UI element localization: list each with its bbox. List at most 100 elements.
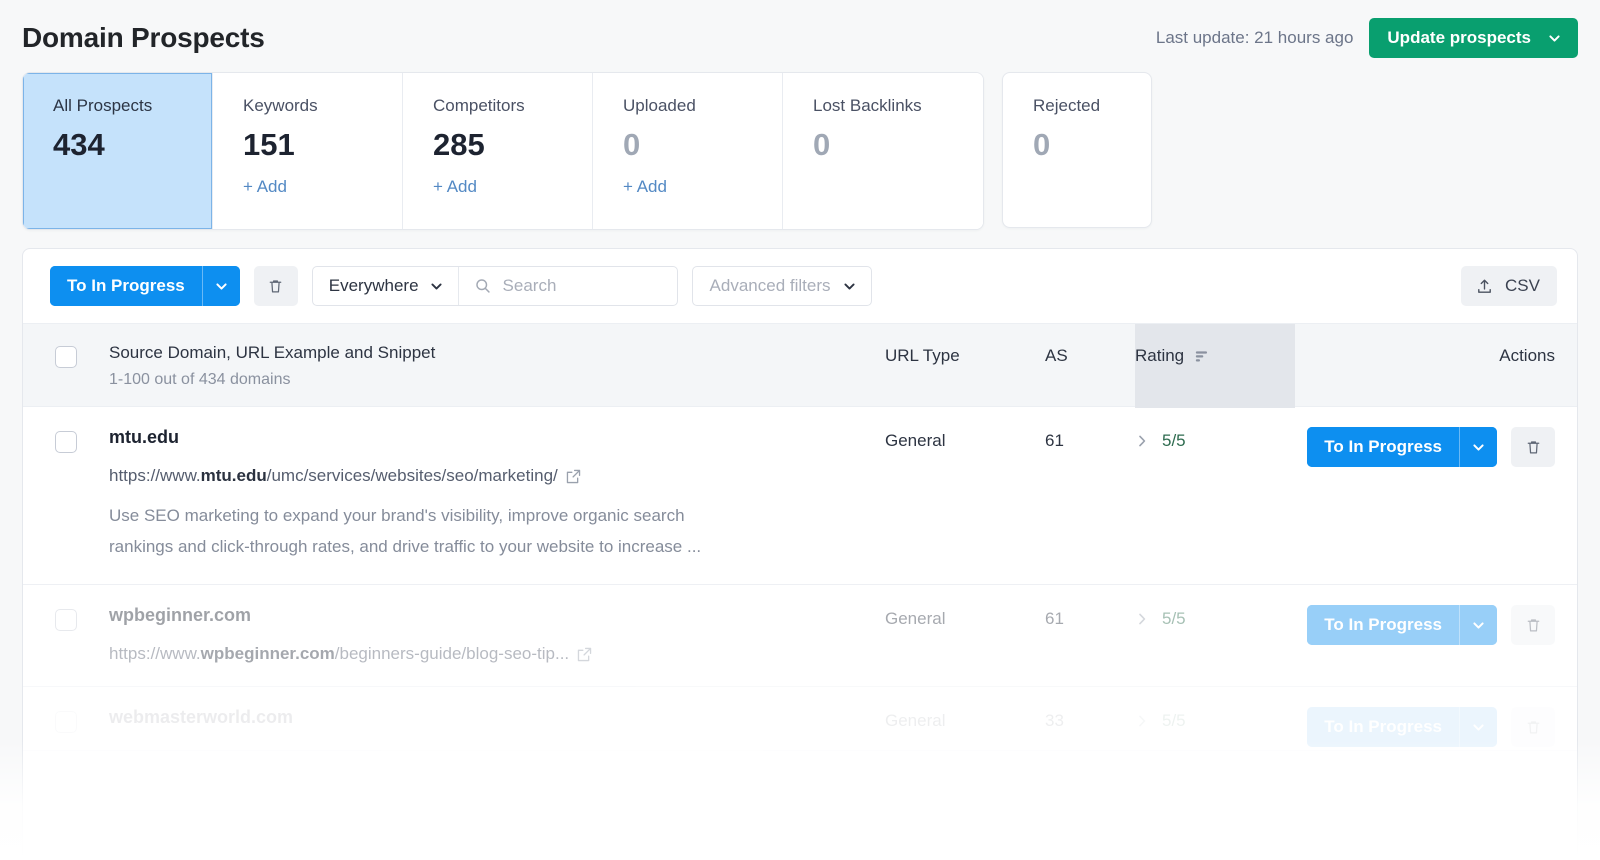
card-value: 0	[813, 127, 983, 163]
search-field-wrapper[interactable]	[459, 267, 677, 305]
header-domain-count: 1-100 out of 434 domains	[109, 371, 885, 389]
row-select-cell	[23, 407, 109, 453]
search-control-group: Everywhere	[312, 266, 678, 306]
external-link-icon[interactable]	[565, 468, 582, 485]
header-url-type-label: URL Type	[885, 346, 1045, 366]
sort-descending-icon	[1193, 349, 1208, 363]
select-all-checkbox[interactable]	[55, 346, 77, 368]
cards-group: All Prospects 434 Keywords 151 + Add Com…	[22, 72, 984, 230]
search-input[interactable]	[503, 276, 663, 296]
table-row[interactable]: webmasterworld.com General 33 5/5	[23, 687, 1577, 751]
export-csv-button[interactable]: CSV	[1461, 266, 1557, 306]
chevron-right-icon[interactable]	[1135, 433, 1149, 449]
chevron-down-icon	[1547, 31, 1562, 46]
row-url-text: https://www.wpbeginner.com/beginners-gui…	[109, 644, 569, 664]
row-url-type: General	[885, 711, 945, 730]
search-scope-dropdown[interactable]: Everywhere	[313, 267, 459, 305]
row-delete-button[interactable]	[1511, 707, 1555, 747]
chevron-down-icon	[842, 279, 857, 294]
bulk-delete-button[interactable]	[254, 266, 298, 306]
row-as-value: 61	[1045, 431, 1064, 450]
card-add-link[interactable]: + Add	[433, 177, 592, 197]
header-domain-label: Source Domain, URL Example and Snippet	[109, 343, 885, 363]
last-update-text: Last update: 21 hours ago	[1156, 28, 1354, 48]
row-domain-cell: webmasterworld.com	[109, 687, 885, 750]
row-status-split-button[interactable]: To In Progress	[1307, 427, 1497, 467]
card-keywords[interactable]: Keywords 151 + Add	[213, 73, 403, 229]
row-delete-button[interactable]	[1511, 605, 1555, 645]
card-add-link[interactable]: + Add	[623, 177, 782, 197]
row-delete-button[interactable]	[1511, 427, 1555, 467]
row-domain-name[interactable]: mtu.edu	[109, 427, 855, 448]
card-value: 285	[433, 127, 592, 163]
row-domain-name[interactable]: wpbeginner.com	[109, 605, 855, 626]
bulk-status-split-button[interactable]: To In Progress	[50, 266, 240, 306]
row-to-in-progress-button[interactable]: To In Progress	[1307, 707, 1459, 747]
table-row[interactable]: mtu.edu https://www.mtu.edu/umc/services…	[23, 407, 1577, 585]
row-status-dropdown-button[interactable]	[1459, 707, 1497, 747]
row-rating-control[interactable]: 5/5	[1135, 711, 1295, 731]
row-to-in-progress-button[interactable]: To In Progress	[1307, 605, 1459, 645]
row-url-text: https://www.mtu.edu/umc/services/website…	[109, 466, 558, 486]
header-actions: Last update: 21 hours ago Update prospec…	[1156, 18, 1578, 58]
row-rating-value: 5/5	[1162, 711, 1186, 731]
card-lost-backlinks[interactable]: Lost Backlinks 0	[783, 73, 983, 229]
trash-icon	[266, 277, 285, 296]
card-competitors[interactable]: Competitors 285 + Add	[403, 73, 593, 229]
row-rating-cell[interactable]: 5/5	[1135, 585, 1295, 629]
card-label: All Prospects	[53, 95, 212, 117]
header-rating-cell[interactable]: Rating	[1135, 324, 1295, 408]
chevron-right-icon[interactable]	[1135, 611, 1149, 627]
row-url-type-cell: General	[885, 585, 1045, 629]
header-rating-sort-control[interactable]: Rating	[1135, 346, 1295, 366]
row-rating-control[interactable]: 5/5	[1135, 431, 1295, 451]
export-csv-label: CSV	[1505, 276, 1540, 296]
prospects-panel: To In Progress Everywhere	[22, 248, 1578, 860]
row-url-type: General	[885, 431, 945, 450]
table-row[interactable]: wpbeginner.com https://www.wpbeginner.co…	[23, 585, 1577, 687]
external-link-icon[interactable]	[576, 646, 593, 663]
table-toolbar: To In Progress Everywhere	[23, 249, 1577, 323]
row-rating-control[interactable]: 5/5	[1135, 609, 1295, 629]
row-rating-cell[interactable]: 5/5	[1135, 687, 1295, 731]
card-add-link[interactable]: + Add	[243, 177, 402, 197]
row-to-in-progress-button[interactable]: To In Progress	[1307, 427, 1459, 467]
row-status-dropdown-button[interactable]	[1459, 427, 1497, 467]
row-status-split-button[interactable]: To In Progress	[1307, 707, 1497, 747]
card-label: Keywords	[243, 95, 402, 117]
row-url-type: General	[885, 609, 945, 628]
card-value: 0	[1033, 127, 1151, 163]
row-url-type-cell: General	[885, 407, 1045, 451]
row-url[interactable]: https://www.wpbeginner.com/beginners-gui…	[109, 644, 855, 664]
row-domain-name[interactable]: webmasterworld.com	[109, 707, 855, 728]
card-uploaded[interactable]: Uploaded 0 + Add	[593, 73, 783, 229]
row-status-split-button[interactable]: To In Progress	[1307, 605, 1497, 645]
scroll-fade-overlay	[22, 740, 1578, 860]
row-rating-cell[interactable]: 5/5	[1135, 407, 1295, 451]
chevron-right-icon[interactable]	[1135, 713, 1149, 729]
row-rating-value: 5/5	[1162, 609, 1186, 629]
prospect-category-cards: All Prospects 434 Keywords 151 + Add Com…	[0, 62, 1600, 230]
card-all-prospects[interactable]: All Prospects 434	[23, 73, 213, 229]
card-label: Lost Backlinks	[813, 95, 983, 117]
row-checkbox[interactable]	[55, 609, 77, 631]
row-url-type-cell: General	[885, 687, 1045, 731]
chevron-down-icon	[1471, 440, 1486, 455]
row-status-dropdown-button[interactable]	[1459, 605, 1497, 645]
card-label: Uploaded	[623, 95, 782, 117]
page-header: Domain Prospects Last update: 21 hours a…	[0, 0, 1600, 62]
card-rejected[interactable]: Rejected 0	[1002, 72, 1152, 228]
row-url[interactable]: https://www.mtu.edu/umc/services/website…	[109, 466, 855, 486]
header-as-label: AS	[1045, 346, 1135, 366]
advanced-filters-dropdown[interactable]: Advanced filters	[692, 266, 873, 306]
chevron-down-icon	[1471, 720, 1486, 735]
row-as-value: 33	[1045, 711, 1064, 730]
row-checkbox[interactable]	[55, 711, 77, 733]
bulk-status-dropdown-button[interactable]	[202, 266, 240, 306]
row-select-cell	[23, 687, 109, 733]
bulk-to-in-progress-button[interactable]: To In Progress	[50, 266, 202, 306]
update-prospects-button[interactable]: Update prospects	[1369, 18, 1578, 58]
row-checkbox[interactable]	[55, 431, 77, 453]
domain-prospects-page: Domain Prospects Last update: 21 hours a…	[0, 0, 1600, 860]
row-actions-cell: To In Progress	[1295, 687, 1577, 747]
